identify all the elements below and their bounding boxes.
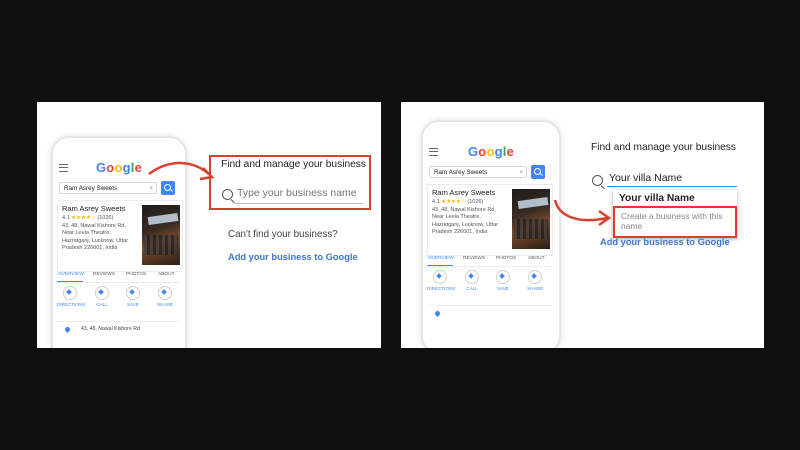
add-business-link[interactable]: Add your business to Google	[228, 252, 358, 262]
business-name-input[interactable]	[237, 187, 367, 199]
input-underline	[235, 203, 363, 204]
search-icon	[222, 189, 233, 200]
cant-find-text: Can't find your business?	[228, 229, 338, 240]
right-screenshot-panel: Google Ram Asrey Sweets × Ram Asrey Sweet…	[401, 102, 764, 348]
left-screenshot-panel: Google Ram Asrey Sweets × Ram Asrey Sweet…	[37, 102, 381, 348]
add-business-link[interactable]: Add your business to Google	[600, 237, 730, 247]
annotation-arrow	[148, 161, 215, 181]
annotation-arrow	[553, 199, 612, 227]
